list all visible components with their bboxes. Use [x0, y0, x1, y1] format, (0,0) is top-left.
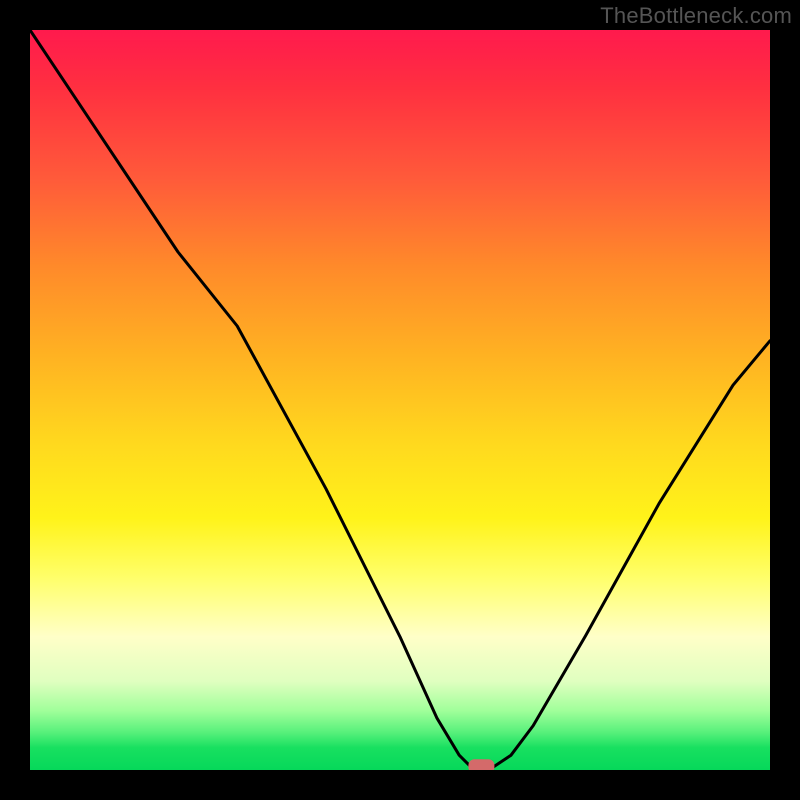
chart-frame: TheBottleneck.com: [0, 0, 800, 800]
bottleneck-curve: [30, 30, 770, 770]
optimal-marker: [468, 759, 494, 770]
attribution-text: TheBottleneck.com: [600, 3, 792, 29]
chart-svg: [30, 30, 770, 770]
plot-area: [30, 30, 770, 770]
